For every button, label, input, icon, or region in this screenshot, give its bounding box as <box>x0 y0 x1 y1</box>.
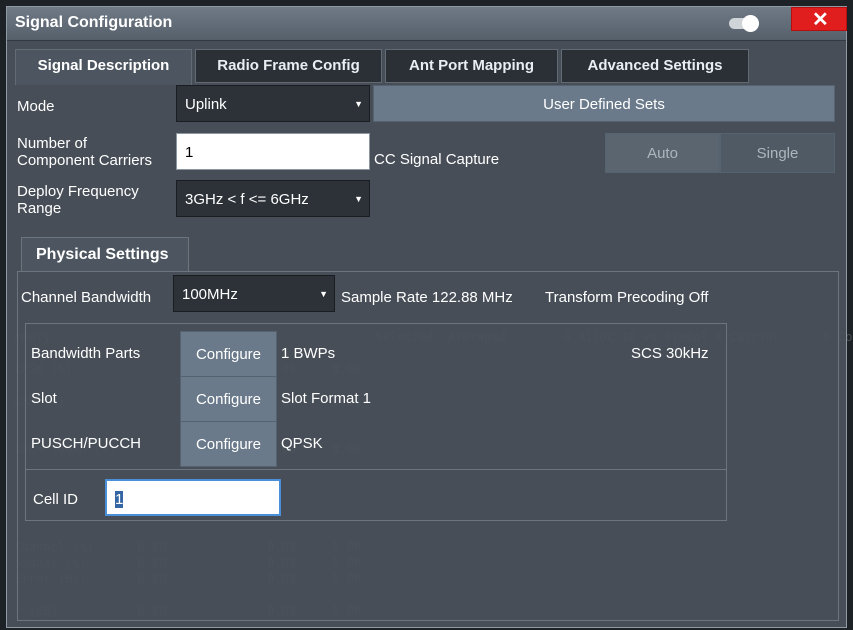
mode-dropdown[interactable]: Uplink ▼ <box>176 85 370 122</box>
scs-text: SCS 30kHz <box>631 345 709 362</box>
cc-signal-capture-label: CC Signal Capture <box>374 151 500 168</box>
bwp-count-text: 1 BWPs <box>281 345 336 362</box>
tab-radio-frame-config[interactable]: Radio Frame Config <box>195 49 382 83</box>
component-carriers-label: Number of Component Carriers <box>17 135 153 169</box>
tab-physical-settings[interactable]: Physical Settings <box>21 237 189 271</box>
cell-id-value: 1 <box>115 491 124 508</box>
slot-label: Slot <box>31 390 57 407</box>
dialog-titlebar: Signal Configuration ✕ <box>7 7 847 41</box>
transform-precoding-text: Transform Precoding Off <box>545 289 709 306</box>
cc-capture-auto-button[interactable]: Auto <box>605 133 720 173</box>
pusch-pucch-configure-button[interactable]: Configure <box>180 421 277 467</box>
bandwidth-parts-configure-button[interactable]: Configure <box>180 331 277 377</box>
user-defined-sets-button[interactable]: User Defined Sets <box>373 85 835 122</box>
chevron-down-icon: ▼ <box>319 289 328 299</box>
deploy-frequency-label: Deploy Frequency Range <box>17 183 139 217</box>
signal-configuration-dialog: Signal Configuration ✕ Signal Descriptio… <box>6 6 847 628</box>
close-icon: ✕ <box>812 9 829 31</box>
cell-id-input[interactable]: 1 <box>105 479 281 516</box>
cc-capture-single-button[interactable]: Single <box>720 133 835 173</box>
chevron-down-icon: ▼ <box>354 99 363 109</box>
channel-bandwidth-label: Channel Bandwidth <box>21 289 152 306</box>
modulation-text: QPSK <box>281 435 323 452</box>
close-button[interactable]: ✕ <box>791 7 847 31</box>
mode-label: Mode <box>17 98 55 115</box>
component-carriers-input[interactable]: 1 <box>176 133 370 170</box>
deploy-frequency-dropdown[interactable]: 3GHz < f <= 6GHz ▼ <box>176 180 370 217</box>
transparency-toggle-icon[interactable] <box>727 15 761 32</box>
cell-id-label: Cell ID <box>33 491 79 508</box>
channel-bandwidth-dropdown[interactable]: 100MHz ▼ <box>173 275 335 312</box>
chevron-down-icon: ▼ <box>354 194 363 204</box>
channel-bandwidth-value: 100MHz <box>182 286 238 303</box>
tab-signal-description[interactable]: Signal Description <box>15 49 192 85</box>
dialog-title: Signal Configuration <box>15 14 173 31</box>
mode-value: Uplink <box>185 96 227 113</box>
tab-advanced-settings[interactable]: Advanced Settings <box>561 49 749 83</box>
slot-format-text: Slot Format 1 <box>281 390 372 407</box>
sample-rate-text: Sample Rate 122.88 MHz <box>341 289 513 306</box>
signal-description-panel: Mode Uplink ▼ User Defined Sets Number o… <box>13 83 841 623</box>
bandwidth-parts-label: Bandwidth Parts <box>31 345 141 362</box>
tab-ant-port-mapping[interactable]: Ant Port Mapping <box>385 49 558 83</box>
slot-configure-button[interactable]: Configure <box>180 376 277 422</box>
pusch-pucch-label: PUSCH/PUCCH <box>31 435 142 452</box>
deploy-frequency-value: 3GHz < f <= 6GHz <box>185 191 309 208</box>
